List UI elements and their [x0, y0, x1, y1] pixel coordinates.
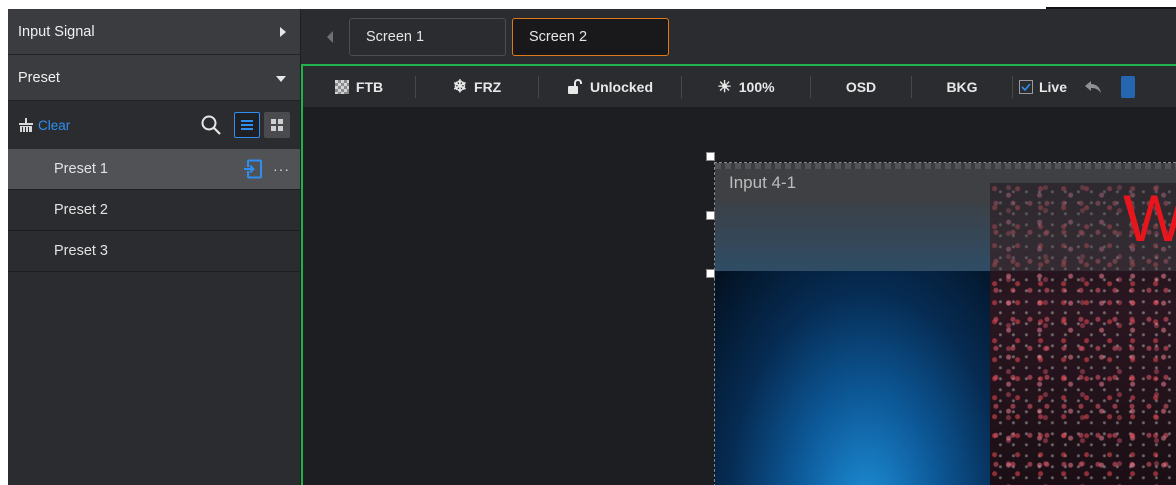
- snowflake-icon: ❄: [452, 76, 468, 96]
- window-title: Input 4-1: [729, 173, 797, 192]
- undo-button[interactable]: [1073, 66, 1113, 107]
- live-checkbox[interactable]: [1018, 79, 1033, 94]
- live-label: Live: [1038, 78, 1067, 95]
- resize-handle[interactable]: [706, 211, 715, 220]
- tab-screen-2[interactable]: Screen 2: [512, 17, 669, 56]
- clear-button[interactable]: Clear: [18, 118, 70, 133]
- apply-button[interactable]: [1113, 66, 1143, 107]
- preset-item-label: Preset 3: [54, 243, 108, 259]
- ftb-label: FTB: [355, 78, 384, 95]
- grid-view-button[interactable]: [264, 112, 290, 138]
- source-image-blue: [715, 271, 990, 485]
- search-button[interactable]: [196, 110, 226, 140]
- layout-stage: Input 4-1 W: [303, 107, 1176, 485]
- list-view-button[interactable]: [234, 112, 260, 138]
- grid-view-icon: [271, 119, 283, 131]
- left-panel: Input Signal Preset Clear Preset 1 ··· P…: [8, 9, 301, 485]
- frz-button[interactable]: ❄ FRZ: [416, 66, 538, 107]
- broom-icon: [19, 118, 33, 132]
- live-toggle[interactable]: Live: [1013, 66, 1073, 107]
- bkg-button[interactable]: BKG: [912, 66, 1012, 107]
- check-icon: [1021, 82, 1031, 91]
- brightness-button[interactable]: ☀ 100%: [682, 66, 810, 107]
- preset-toolbar: Clear: [8, 101, 300, 149]
- tab-label: Screen 2: [529, 28, 588, 45]
- lock-label: Unlocked: [589, 78, 653, 95]
- preset-item[interactable]: Preset 1 ···: [8, 149, 300, 190]
- preset-label: Preset: [18, 69, 60, 86]
- unlock-icon: [567, 79, 582, 94]
- screen-tabs: Screen 1 Screen 2: [301, 9, 1176, 64]
- frz-label: FRZ: [474, 78, 502, 95]
- header-overlay: [715, 203, 990, 271]
- apply-button-edge: [1121, 75, 1135, 98]
- overlay-text: W: [1123, 185, 1176, 251]
- tab-screen-1[interactable]: Screen 1: [349, 17, 506, 56]
- ftb-icon: [334, 79, 349, 94]
- input-signal-label: Input Signal: [18, 23, 95, 40]
- brightness-value: 100%: [738, 78, 775, 95]
- lock-button[interactable]: Unlocked: [539, 66, 681, 107]
- screen-canvas: FTB ❄ FRZ Unlocked ☀ 100% OSD BKG Live I…: [301, 64, 1176, 485]
- preset-header[interactable]: Preset: [8, 55, 300, 101]
- preset-item-label: Preset 1: [54, 161, 108, 177]
- ftb-button[interactable]: FTB: [303, 66, 415, 107]
- osd-button[interactable]: OSD: [811, 66, 911, 107]
- input-signal-header[interactable]: Input Signal: [8, 9, 300, 55]
- preset-item[interactable]: Preset 2: [8, 190, 300, 231]
- control-bar: FTB ❄ FRZ Unlocked ☀ 100% OSD BKG Live: [303, 66, 1176, 107]
- brightness-icon: ☀: [717, 78, 732, 96]
- top-strip: [301, 0, 1176, 9]
- preset-item-label: Preset 2: [54, 202, 108, 218]
- bkg-label: BKG: [946, 78, 978, 95]
- tab-label: Screen 1: [366, 28, 425, 45]
- undo-icon: [1085, 80, 1101, 93]
- tabs-scroll-left-icon[interactable]: [327, 30, 333, 43]
- more-icon[interactable]: ···: [273, 161, 290, 177]
- osd-label: OSD: [845, 78, 877, 95]
- clear-label: Clear: [38, 117, 71, 133]
- search-icon: [201, 115, 221, 135]
- window-strip: [715, 163, 1176, 169]
- load-preset-icon[interactable]: [243, 159, 263, 179]
- chevron-right-icon: [280, 26, 286, 37]
- chevron-down-icon: [276, 76, 286, 82]
- resize-handle[interactable]: [706, 269, 715, 278]
- preset-item[interactable]: Preset 3: [8, 231, 300, 272]
- input-window[interactable]: Input 4-1 W: [714, 162, 1176, 485]
- screen-area: Screen 1 Screen 2 FTB ❄ FRZ Unlocked ☀ 1…: [301, 0, 1176, 485]
- resize-handle[interactable]: [706, 152, 715, 161]
- list-view-icon: [241, 120, 253, 130]
